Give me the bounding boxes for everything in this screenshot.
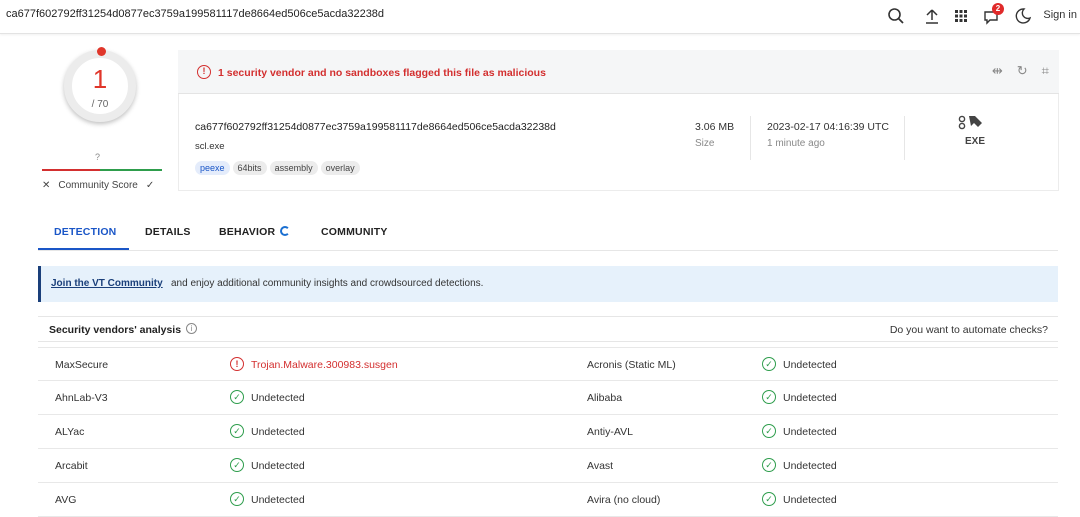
vendor-row: Arcabit ✓ Undetected Avast ✓ Undetected [38, 449, 1058, 483]
vendor-name: AVG [55, 494, 77, 506]
undetected-icon: ✓ [762, 492, 776, 506]
join-community-link[interactable]: Join the VT Community [51, 278, 163, 289]
divider [750, 116, 751, 160]
score-indicator-dot [97, 47, 106, 56]
vendor-result: Undetected [783, 494, 837, 506]
banner-text: and enjoy additional community insights … [171, 278, 484, 289]
vendor-result: Undetected [251, 426, 305, 438]
vendor-result: Undetected [783, 359, 837, 371]
undetected-icon: ✓ [230, 458, 244, 472]
vendor-name: MaxSecure [55, 359, 109, 371]
divider [904, 116, 905, 160]
vendor-result: Undetected [251, 392, 305, 404]
reanalyze-icon[interactable]: ↻ [1017, 63, 1028, 78]
detection-count: 1 [92, 64, 108, 94]
file-name: scl.exe [195, 141, 225, 152]
vendor-name: Avast [587, 460, 614, 472]
tab-detection[interactable]: DETECTION [54, 226, 116, 238]
alert-icon: ! [197, 65, 211, 79]
file-tags: peexe 64bits assembly overlay [195, 161, 363, 175]
sign-in-link[interactable]: Sign in [1043, 9, 1077, 21]
vendor-result: Trojan.Malware.300983.susgen [251, 359, 398, 371]
upload-icon[interactable] [922, 6, 942, 26]
exe-label: EXE [965, 136, 985, 147]
compare-icon[interactable]: ⇹ [992, 63, 1003, 78]
vendor-name: Arcabit [55, 460, 88, 472]
malicious-icon: ! [230, 357, 244, 371]
detection-total: / 70 [91, 99, 109, 110]
community-score-bar-positive [100, 169, 162, 171]
file-size-value: 3.06 MB [695, 121, 735, 133]
community-score-bar-negative [42, 169, 100, 171]
notification-badge: 2 [992, 3, 1004, 15]
tag-assembly[interactable]: assembly [269, 161, 318, 175]
tab-behavior-label: BEHAVIOR [219, 226, 276, 238]
automate-checks-link[interactable]: Do you want to automate checks? [890, 324, 1048, 336]
vendor-result: Undetected [251, 460, 305, 472]
vendor-row: ALYac ✓ Undetected Antiy-AVL ✓ Undetecte… [38, 415, 1058, 449]
tab-details[interactable]: DETAILS [145, 226, 191, 238]
vendors-header: Security vendors' analysis i Do you want… [38, 316, 1058, 342]
community-score-label: Community Score [58, 180, 138, 191]
vendors-table: MaxSecure ! Trojan.Malware.300983.susgen… [38, 347, 1058, 517]
vendor-result: Undetected [251, 494, 305, 506]
loading-spinner-icon [280, 226, 291, 236]
undetected-icon: ✓ [230, 424, 244, 438]
tag-overlay[interactable]: overlay [320, 161, 360, 175]
tab-behavior[interactable]: BEHAVIOR [219, 226, 291, 238]
community-score-value: ? [95, 152, 101, 162]
search-query[interactable]: ca677f602792ff31254d0877ec3759a199581117… [6, 8, 384, 20]
vendor-result: Undetected [783, 460, 837, 472]
apps-grid-icon[interactable] [951, 6, 971, 26]
vendor-name: Antiy-AVL [587, 426, 633, 438]
undetected-icon: ✓ [762, 357, 776, 371]
analysis-date-label: 1 minute ago [767, 138, 825, 149]
vendor-result: Undetected [783, 426, 837, 438]
vendor-row: AVG ✓ Undetected Avira (no cloud) ✓ Unde… [38, 483, 1058, 517]
active-tab-indicator [38, 248, 129, 250]
vote-up-icon[interactable]: ✓ [146, 180, 154, 191]
vote-down-icon[interactable]: ✕ [42, 180, 50, 191]
vendor-row: MaxSecure ! Trojan.Malware.300983.susgen… [38, 347, 1058, 381]
undetected-icon: ✓ [762, 424, 776, 438]
vendor-name: Alibaba [587, 392, 623, 404]
tab-community[interactable]: COMMUNITY [321, 226, 388, 238]
file-hash: ca677f602792ff31254d0877ec3759a199581117… [195, 121, 556, 133]
tag-peexe[interactable]: peexe [195, 161, 230, 175]
undetected-icon: ✓ [230, 492, 244, 506]
file-size-label: Size [695, 138, 715, 149]
detection-alert: ! 1 security vendor and no sandboxes fla… [178, 50, 1059, 94]
community-score-row: ✕ Community Score ✓ [42, 180, 162, 191]
exe-file-type-icon: EXE [955, 111, 995, 151]
tag-64bits[interactable]: 64bits [232, 161, 267, 175]
vendor-name: AhnLab-V3 [55, 392, 108, 404]
tab-bar: DETECTION DETAILS BEHAVIOR COMMUNITY [38, 220, 1058, 251]
alert-actions: ⇹ ↻ ⌗ [978, 63, 1049, 79]
theme-toggle-icon[interactable] [1013, 6, 1033, 26]
info-icon[interactable]: i [186, 323, 197, 334]
vendor-name: Acronis (Static ML) [587, 359, 676, 371]
undetected-icon: ✓ [762, 458, 776, 472]
vendor-name: Avira (no cloud) [587, 494, 661, 506]
alert-text: 1 security vendor and no sandboxes flagg… [218, 67, 546, 79]
notifications-icon[interactable]: 2 [982, 3, 1004, 26]
vendor-result: Undetected [783, 392, 837, 404]
vendors-title: Security vendors' analysis [49, 324, 182, 336]
analysis-date-value: 2023-02-17 04:16:39 UTC [767, 121, 889, 133]
vendor-name: ALYac [55, 426, 85, 438]
search-icon[interactable] [886, 6, 906, 26]
undetected-icon: ✓ [762, 390, 776, 404]
graph-icon[interactable]: ⌗ [1042, 63, 1049, 78]
undetected-icon: ✓ [230, 390, 244, 404]
vendor-row: AhnLab-V3 ✓ Undetected Alibaba ✓ Undetec… [38, 381, 1058, 415]
top-bar: ca677f602792ff31254d0877ec3759a199581117… [0, 0, 1080, 34]
community-banner: Join the VT Community and enjoy addition… [38, 266, 1058, 302]
file-summary-card: ca677f602792ff31254d0877ec3759a199581117… [178, 94, 1059, 191]
